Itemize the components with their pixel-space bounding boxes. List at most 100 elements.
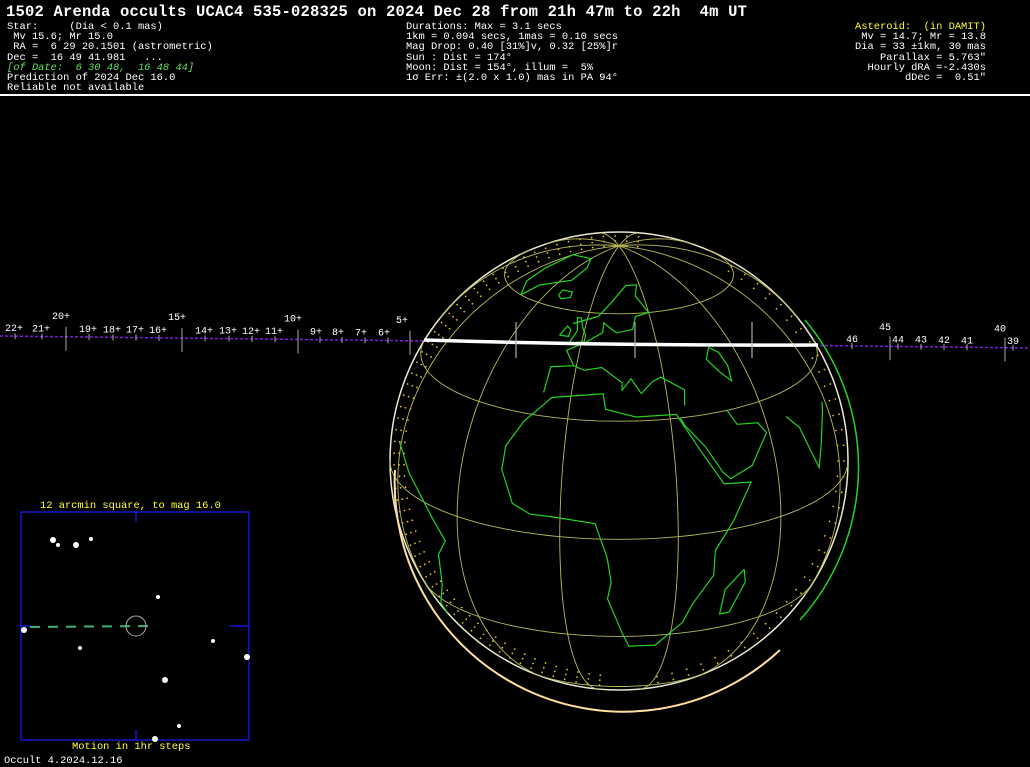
limb-dot	[489, 644, 491, 647]
limb-dot	[588, 673, 590, 675]
limb-dot	[780, 616, 782, 619]
globe-limb	[389, 231, 849, 691]
limb-dot	[740, 641, 743, 644]
limb-dot	[816, 565, 819, 568]
track-tick-label: 41	[961, 336, 973, 347]
limb-dot	[614, 240, 617, 242]
limb-dot	[457, 610, 459, 612]
limb-dot	[836, 475, 839, 478]
limb-dot	[533, 251, 536, 254]
limb-dot	[580, 248, 583, 251]
limb-dot	[403, 509, 406, 512]
limb-dot	[393, 464, 395, 466]
track-tick-label: 43	[915, 336, 927, 347]
limb-dot	[453, 613, 456, 616]
finder-star	[21, 627, 27, 633]
limb-dot	[671, 672, 673, 675]
limb-dot	[657, 681, 659, 684]
limb-dot	[463, 310, 466, 313]
limb-dot	[586, 682, 589, 685]
track-tick-label: 19+	[79, 325, 97, 336]
limb-dot	[542, 666, 545, 669]
limb-dot	[775, 612, 778, 614]
limb-dot	[636, 245, 639, 248]
limb-dot	[521, 657, 524, 660]
track-tick-label: 14+	[195, 326, 213, 337]
limb-dot	[405, 430, 407, 432]
limb-dot	[823, 551, 826, 554]
limb-dot	[838, 413, 840, 416]
limb-dot	[453, 598, 456, 601]
track-tick-label: 9+	[310, 328, 322, 339]
limb-dot	[591, 246, 594, 249]
limb-dot	[460, 606, 463, 609]
limb-dot	[756, 282, 759, 285]
limb-dot	[509, 656, 511, 659]
limb-dot	[424, 365, 427, 368]
finder-star	[89, 537, 93, 541]
limb-dot	[626, 235, 628, 238]
limb-dot	[402, 394, 405, 397]
limb-dot	[504, 271, 507, 274]
limb-dot	[553, 670, 556, 673]
limb-dot	[442, 336, 444, 339]
limb-dot	[800, 327, 802, 330]
limb-dot	[535, 256, 538, 258]
limb-dot	[411, 519, 414, 522]
limb-dot	[395, 428, 398, 431]
limb-dot	[687, 674, 690, 676]
limb-dot	[544, 662, 547, 664]
limb-dot	[602, 240, 605, 243]
limb-dot	[752, 632, 755, 635]
limb-dot	[587, 678, 590, 680]
limb-dot	[425, 353, 428, 356]
limb-dot	[403, 441, 406, 444]
limb-dot	[476, 291, 479, 294]
limb-dot	[404, 486, 407, 489]
limb-dot	[420, 376, 422, 378]
limb-dot	[410, 531, 412, 534]
limb-dot	[437, 333, 440, 336]
limb-dot	[414, 530, 417, 532]
limb-dot	[548, 256, 550, 259]
limb-dot	[727, 270, 730, 273]
limb-dot	[818, 549, 820, 551]
limb-dot	[537, 260, 540, 263]
limb-dot	[398, 475, 401, 478]
limb-dot	[756, 637, 759, 640]
limb-dot	[808, 579, 811, 582]
limb-dot	[398, 452, 400, 455]
limb-dot	[402, 418, 404, 420]
occultation-map: 22+ 21+20+ 19+ 18+ 17+ 16+15+ 14+ 13+ 12+ 11+10+ 9…	[0, 231, 1030, 742]
limb-dot	[406, 383, 409, 385]
limb-dot	[599, 674, 602, 677]
limb-dot	[497, 281, 500, 284]
limb-dot	[507, 275, 510, 278]
limb-dot	[785, 600, 788, 603]
limb-dot	[768, 627, 771, 630]
limb-dot	[602, 235, 605, 238]
track-tick-label: 11+	[265, 327, 283, 338]
finder-title: 12 arcmin square, to mag 16.0	[40, 500, 221, 512]
limb-dot	[700, 663, 702, 665]
limb-dot	[406, 520, 409, 523]
limb-dot	[498, 650, 501, 653]
limb-dot	[541, 671, 543, 674]
limb-dot	[393, 452, 395, 454]
limb-dot	[482, 280, 485, 283]
limb-dot	[795, 331, 798, 334]
limb-dot	[414, 555, 416, 557]
track-tick-label: 17+	[126, 326, 144, 337]
limb-dot	[552, 675, 555, 678]
limb-dot	[840, 428, 843, 431]
limb-dot	[598, 684, 601, 686]
limb-dot	[576, 676, 578, 678]
limb-dot	[803, 576, 806, 578]
limb-dot	[832, 505, 835, 508]
limb-dot	[440, 321, 443, 324]
limb-dot	[398, 440, 401, 443]
limb-dot	[800, 592, 802, 595]
limb-dot	[442, 592, 445, 595]
limb-dot	[716, 662, 719, 665]
limb-dot	[672, 678, 675, 681]
